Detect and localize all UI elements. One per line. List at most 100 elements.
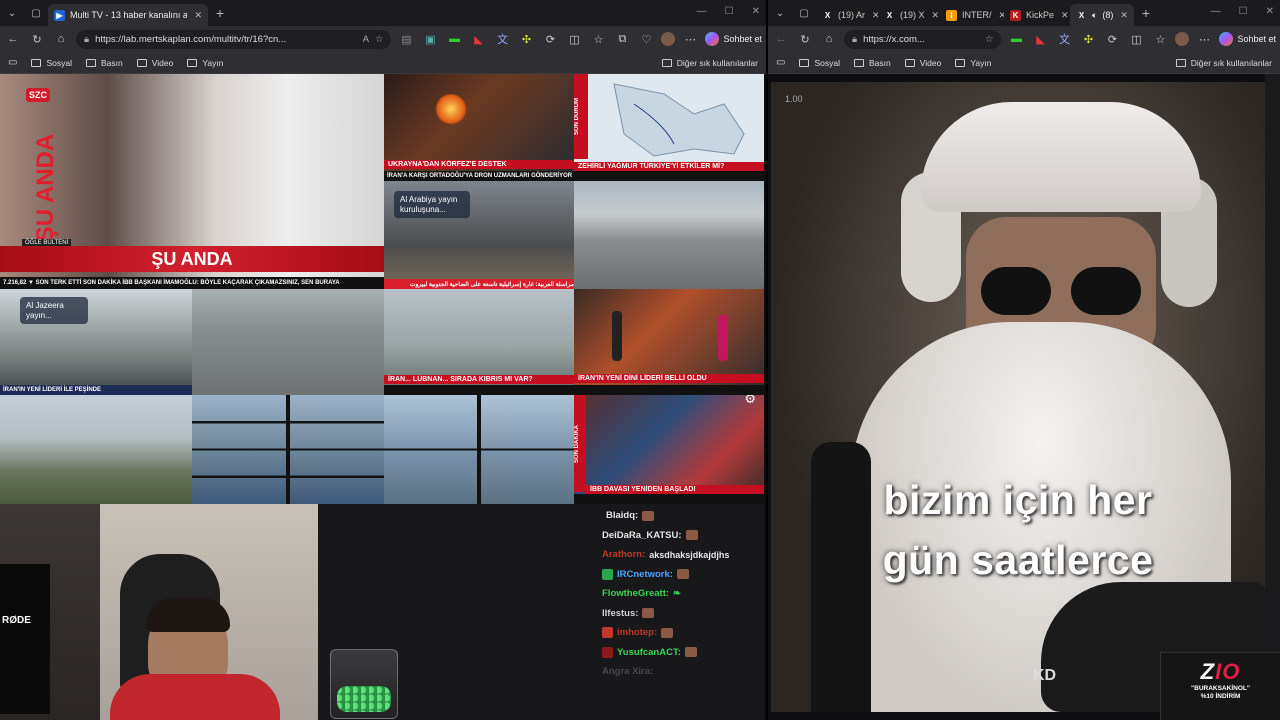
tab-actions-icon[interactable]: ⌄ bbox=[0, 1, 24, 25]
home-icon[interactable]: ⌂ bbox=[52, 30, 70, 48]
refresh-icon[interactable]: ↻ bbox=[28, 30, 46, 48]
extension-icon[interactable]: ✣ bbox=[1079, 30, 1097, 48]
extension-icon[interactable]: ▣ bbox=[421, 30, 439, 48]
minimize-icon[interactable]: — bbox=[697, 6, 707, 17]
tv-cell-5[interactable] bbox=[574, 181, 764, 289]
close-window-icon[interactable]: ✕ bbox=[752, 6, 760, 17]
extension-icon[interactable]: ✣ bbox=[517, 30, 535, 48]
video-player[interactable]: 1.00 KD bizim için her gün saatlerce bbox=[771, 82, 1265, 712]
home-icon[interactable]: ⌂ bbox=[820, 30, 838, 48]
address-bar[interactable]: 🔒︎ https://x.com... ☆ bbox=[844, 29, 1002, 49]
favorites-icon[interactable]: ☆ bbox=[1151, 30, 1169, 48]
more-menu-icon[interactable]: ⋯ bbox=[681, 30, 699, 48]
tv-cell-szc[interactable]: SZC ŞU ANDA ÖĞLE BÜLTENİ ŞU ANDA 7.216,8… bbox=[0, 74, 384, 289]
tv-cell-al-arabiya[interactable]: Al Arabiya yayın kuruluşuna... مراسلة ال… bbox=[384, 181, 574, 289]
tab-x-2[interactable]: X (19) X ✕ bbox=[878, 4, 940, 26]
maximize-icon[interactable]: ☐ bbox=[1239, 6, 1248, 17]
translate-icon[interactable]: 文 bbox=[493, 30, 511, 48]
x-logo-icon: X bbox=[886, 10, 893, 20]
more-menu-icon[interactable]: ⋯ bbox=[1195, 30, 1213, 48]
overlay-card[interactable]: Al Arabiya yayın kuruluşuna... bbox=[394, 191, 470, 219]
tab-x-active[interactable]: X 🔈︎ (8) ✕ bbox=[1070, 4, 1134, 26]
tv-cell-7[interactable] bbox=[192, 289, 384, 395]
speaker-icon[interactable]: 🔈︎ bbox=[1092, 10, 1097, 21]
tab-multitv[interactable]: ▶ Multi TV - 13 haber kanalını aynı a ✕ bbox=[48, 4, 208, 26]
extension-icon[interactable]: ▬ bbox=[445, 30, 463, 48]
chat-username[interactable]: YusufcanACT: bbox=[617, 647, 681, 658]
bookmark-sosyal[interactable]: Sosyal bbox=[799, 58, 840, 68]
bookmark-sosyal[interactable]: Sosyal bbox=[31, 58, 72, 68]
back-icon[interactable]: ← bbox=[4, 30, 22, 48]
close-window-icon[interactable]: ✕ bbox=[1266, 6, 1274, 17]
settings-gear-icon[interactable]: ⚙ bbox=[744, 395, 756, 407]
translate-icon[interactable]: 文 bbox=[1055, 30, 1073, 48]
read-aloud-icon[interactable]: A bbox=[363, 34, 369, 45]
favorite-star-icon[interactable]: ☆ bbox=[985, 34, 994, 45]
chat-username[interactable]: Blaidq: bbox=[606, 510, 638, 521]
sync-icon[interactable]: ⟳ bbox=[1103, 30, 1121, 48]
shield-icon[interactable]: ♡ bbox=[637, 30, 655, 48]
tab-actions-icon[interactable]: ⌄ bbox=[768, 1, 792, 25]
chat-username[interactable]: Arathorn: bbox=[602, 549, 645, 560]
avatar[interactable] bbox=[1175, 32, 1190, 46]
favorite-star-icon[interactable]: ☆ bbox=[375, 34, 384, 45]
back-icon[interactable]: ← bbox=[772, 30, 790, 48]
chat-username[interactable]: FlowtheGreatt: bbox=[602, 588, 669, 599]
minimize-icon[interactable]: — bbox=[1211, 6, 1221, 17]
tab-inter[interactable]: I INTER/✕ bbox=[940, 4, 1004, 26]
other-bookmarks[interactable]: Diğer sık kullanılanlar bbox=[1175, 58, 1272, 68]
workspaces-icon[interactable]: ▢ bbox=[792, 1, 816, 25]
address-bar[interactable]: 🔒︎ https://lab.mertskaplan.com/multitv/t… bbox=[76, 29, 392, 49]
tv-cell-8[interactable]: İRAN... LÜBNAN... SIRADA KIBRIS MI VAR? bbox=[384, 289, 574, 395]
bookmark-basin[interactable]: Basın bbox=[853, 58, 891, 68]
split-screen-icon[interactable]: ◫ bbox=[1127, 30, 1145, 48]
bookmark-video[interactable]: Video bbox=[136, 58, 173, 68]
bookmark-yayin[interactable]: Yayın bbox=[187, 58, 223, 68]
workspaces-icon[interactable]: ▢ bbox=[24, 1, 48, 25]
favorites-icon[interactable]: ☆ bbox=[589, 30, 607, 48]
extension-icon[interactable]: ◣ bbox=[1031, 30, 1049, 48]
tv-cell-al-jazeera[interactable]: Al Jazeera yayın... İRAN'IN YENİ LİDERİ … bbox=[0, 289, 192, 395]
tv-cell-11[interactable] bbox=[192, 395, 384, 504]
chat-username[interactable]: lIfestus: bbox=[602, 608, 638, 619]
split-screen-icon[interactable]: ◫ bbox=[565, 30, 583, 48]
new-tab-button[interactable]: + bbox=[1134, 1, 1158, 25]
close-tab-icon[interactable]: ✕ bbox=[1120, 10, 1128, 21]
close-tab-icon[interactable]: ✕ bbox=[932, 10, 940, 21]
other-bookmarks[interactable]: Diğer sık kullanılanlar bbox=[661, 58, 758, 68]
overlay-card[interactable]: Al Jazeera yayın... bbox=[20, 297, 88, 325]
sidebar-toggle-icon[interactable]: ▭ bbox=[776, 57, 785, 68]
sidebar-toggle-icon[interactable]: ▭ bbox=[8, 57, 17, 68]
copilot-button[interactable]: Sohbet et bbox=[705, 32, 762, 46]
bookmark-video[interactable]: Video bbox=[904, 58, 941, 68]
copilot-button[interactable]: Sohbet et bbox=[1219, 32, 1276, 46]
maximize-icon[interactable]: ☐ bbox=[725, 6, 734, 17]
chat-username[interactable]: IRCnetwork: bbox=[617, 569, 673, 580]
tv-cell-3[interactable]: SON DURUM ZEHİRLİ YAĞMUR TÜRKİYE'Yİ ETKİ… bbox=[574, 74, 764, 181]
refresh-icon[interactable]: ↻ bbox=[796, 30, 814, 48]
chat-username[interactable]: imhotep: bbox=[617, 627, 657, 638]
new-tab-button[interactable]: + bbox=[208, 1, 232, 25]
tab-kick[interactable]: K KickPe ✕ bbox=[1004, 4, 1070, 26]
tv-cell-13[interactable]: SON DAKİKA İBB DAVASI YENİDEN BAŞLADI ⚙ bbox=[574, 395, 764, 504]
chat-message: Angra Xira: bbox=[602, 662, 760, 682]
tv-cell-9[interactable]: İRAN'IN YENİ DİNİ LİDERİ BELLİ OLDU bbox=[574, 289, 764, 395]
chat-username[interactable]: Angra Xira: bbox=[602, 666, 653, 677]
extension-icon[interactable]: ◣ bbox=[469, 30, 487, 48]
close-tab-icon[interactable]: ✕ bbox=[194, 10, 202, 21]
chat-username[interactable]: DeiDaRa_KATSU: bbox=[602, 530, 682, 541]
emote-icon bbox=[642, 608, 655, 619]
tv-cell-10[interactable] bbox=[0, 395, 192, 504]
extension-icon[interactable]: ▤ bbox=[397, 30, 415, 48]
extension-icon[interactable]: ▬ bbox=[1007, 30, 1025, 48]
tv-cell-2[interactable]: UKRAYNA'DAN KÖRFEZ'E DESTEK İRAN'A KARŞI… bbox=[384, 74, 574, 181]
close-tab-icon[interactable]: ✕ bbox=[1061, 10, 1069, 21]
tab-x-1[interactable]: X (19) Ar ✕ bbox=[816, 4, 878, 26]
bookmark-basin[interactable]: Basın bbox=[85, 58, 123, 68]
collections-icon[interactable]: ⧉ bbox=[613, 30, 631, 48]
bookmark-yayin[interactable]: Yayın bbox=[955, 58, 991, 68]
tv-cell-12[interactable] bbox=[384, 395, 574, 504]
avatar[interactable] bbox=[661, 32, 676, 46]
sync-icon[interactable]: ⟳ bbox=[541, 30, 559, 48]
badge-icon bbox=[602, 646, 613, 658]
